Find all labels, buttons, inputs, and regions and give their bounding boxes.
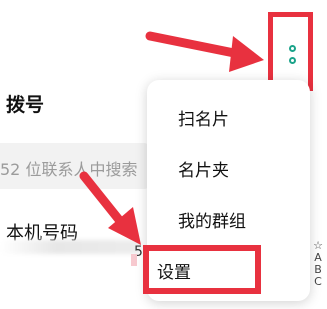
settings-label: 设置 [157,263,191,283]
arrow-to-menu-button-icon [145,31,264,72]
alphabet-index[interactable]: ☆ A B C [311,240,325,288]
index-letter-c[interactable]: C [311,276,325,288]
dialer-page: 拨号 52 位联系人中搜索 本机号码 5 扫名片 名片夹 我的群组 设置 ☆ A… [0,0,327,309]
menu-item-scan-card[interactable]: 扫名片 [178,105,229,130]
menu-item-settings[interactable]: 设置 [143,245,261,294]
page-title: 拨号 [6,94,45,116]
menu-item-card-holder[interactable]: 名片夹 [178,156,229,181]
pink-marker [131,254,137,266]
more-dot-icon [289,57,296,64]
menu-item-my-groups[interactable]: 我的群组 [178,207,246,232]
blurred-phone-number [0,240,140,254]
more-dot-icon [289,45,296,52]
search-input-placeholder[interactable]: 52 位联系人中搜索 [0,156,150,180]
